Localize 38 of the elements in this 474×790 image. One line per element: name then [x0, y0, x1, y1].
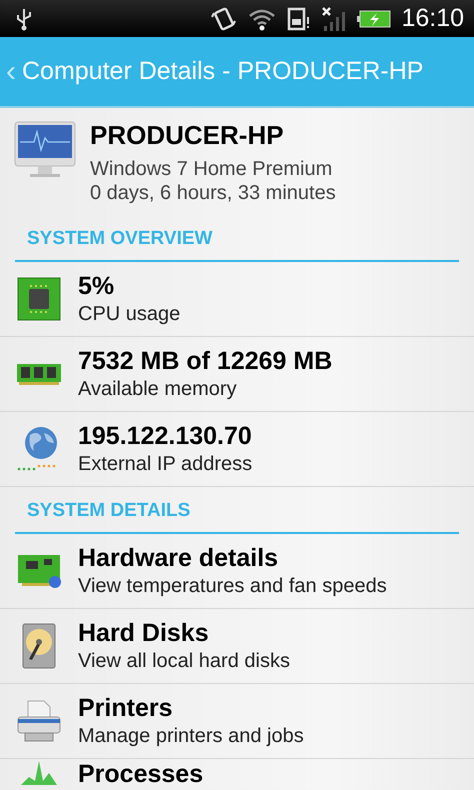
vibrate-icon — [211, 6, 238, 30]
item-description: Available memory — [78, 377, 238, 402]
item-description: Manage printers and jobs — [78, 724, 304, 749]
section-heading: SYSTEM DETAILS — [27, 500, 190, 522]
item-title: Hard Disks — [78, 618, 210, 648]
list-item[interactable]: Hard Disks View all local hard disks — [0, 609, 474, 684]
item-title: 5% — [78, 271, 116, 301]
printer-icon — [16, 699, 62, 743]
screen-title: Computer Details - PRODUCER-HP — [22, 57, 424, 86]
computer-name: PRODUCER-HP — [90, 120, 285, 151]
memory-module-icon — [17, 362, 61, 386]
item-description: CPU usage — [78, 302, 180, 327]
uptime-text: 0 days, 6 hours, 33 minutes — [90, 181, 336, 205]
expansion-card-icon — [16, 553, 62, 589]
item-title: 7532 MB of 12269 MB — [78, 346, 332, 376]
wifi-icon — [247, 6, 278, 30]
item-description: View all local hard disks — [78, 649, 290, 674]
sd-card-icon — [287, 6, 312, 30]
chip-icon — [17, 277, 61, 321]
list-item[interactable]: Printers Manage printers and jobs — [0, 684, 474, 759]
section-heading: SYSTEM OVERVIEW — [27, 228, 212, 250]
os-name: Windows 7 Home Premium — [90, 157, 334, 181]
clock-time: 16:10 — [401, 4, 464, 33]
list-item[interactable]: Hardware details View temperatures and fan speeds — [0, 534, 474, 609]
item-title: Processes — [78, 759, 204, 789]
item-description: External IP address — [78, 452, 252, 477]
usb-icon — [14, 6, 34, 30]
item-title: 195.122.130.70 — [78, 421, 252, 451]
activity-graph-icon — [19, 759, 59, 785]
item-description: View temperatures and fan speeds — [78, 574, 387, 599]
list-item[interactable]: 7532 MB of 12269 MB Available memory — [0, 337, 474, 412]
list-item[interactable]: Processes — [0, 759, 474, 789]
item-title: Printers — [78, 693, 174, 723]
list-item[interactable]: 5% CPU usage — [0, 262, 474, 337]
battery-charging-icon — [357, 8, 392, 28]
signal-icon — [321, 6, 348, 32]
list-item[interactable]: 195.122.130.70 External IP address — [0, 412, 474, 487]
item-title: Hardware details — [78, 543, 280, 573]
